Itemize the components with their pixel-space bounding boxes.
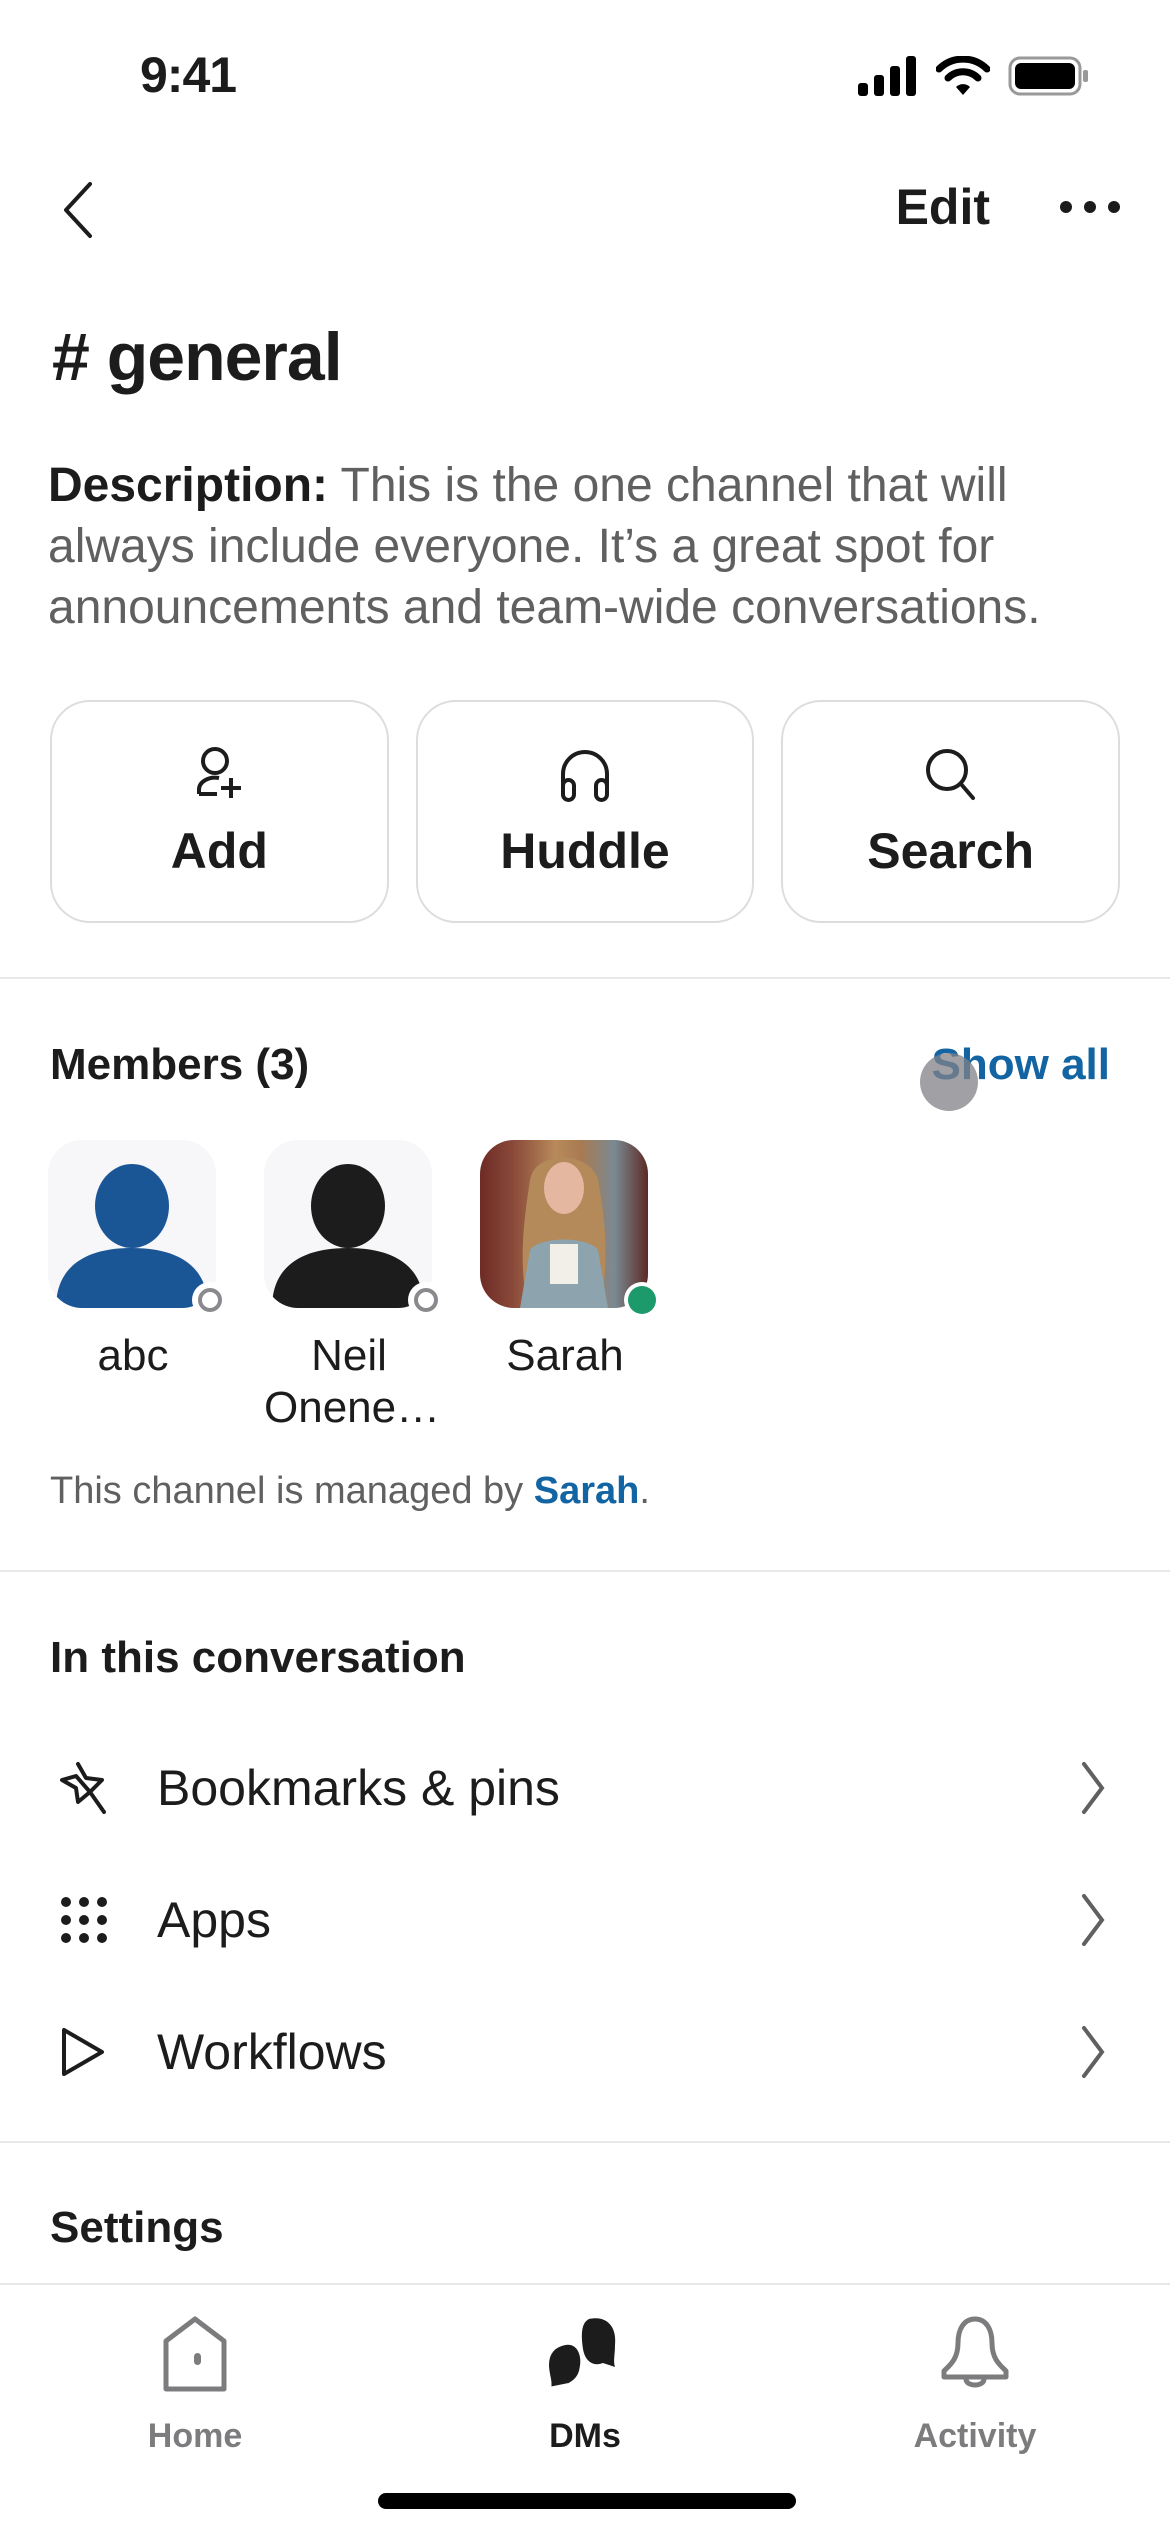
avatar bbox=[48, 1140, 228, 1318]
manager-link[interactable]: Sarah bbox=[534, 1470, 640, 1512]
tab-dms[interactable]: DMs bbox=[455, 2305, 715, 2456]
add-button[interactable]: Add bbox=[50, 700, 389, 923]
chevron-right-icon bbox=[1082, 1762, 1105, 1814]
add-person-icon bbox=[189, 744, 249, 804]
dms-icon bbox=[455, 2305, 715, 2405]
settings-section-title[interactable]: Settings bbox=[50, 2203, 224, 2253]
status-time: 9:41 bbox=[140, 47, 237, 103]
tab-activity[interactable]: Activity bbox=[845, 2305, 1105, 2456]
conversation-section-title: In this conversation bbox=[50, 1633, 466, 1682]
home-indicator[interactable] bbox=[378, 2493, 796, 2509]
battery-icon bbox=[1008, 56, 1088, 96]
members-title: Members (3) bbox=[50, 1040, 310, 1089]
wifi-icon bbox=[936, 56, 990, 95]
search-label: Search bbox=[867, 822, 1035, 879]
row-label: Bookmarks & pins bbox=[157, 1760, 560, 1816]
search-button[interactable]: Search bbox=[781, 700, 1121, 923]
description-label: Description: bbox=[48, 459, 329, 512]
member-item[interactable]: Neil Onene… bbox=[264, 1140, 444, 1434]
touch-indicator bbox=[920, 1053, 978, 1111]
search-icon bbox=[921, 744, 981, 804]
headphones-icon bbox=[555, 744, 615, 804]
navigation-bar: Edit bbox=[0, 150, 1170, 270]
signal-icon bbox=[858, 56, 916, 96]
edit-button[interactable]: Edit bbox=[896, 178, 990, 236]
default-avatar-icon bbox=[272, 1164, 424, 1308]
pin-icon bbox=[56, 1760, 112, 1816]
row-label: Apps bbox=[157, 1892, 271, 1948]
bell-icon bbox=[845, 2305, 1105, 2405]
tab-label: DMs bbox=[549, 2417, 621, 2455]
presence-active-indicator bbox=[624, 1282, 660, 1318]
tab-home[interactable]: Home bbox=[65, 2305, 325, 2456]
action-buttons: Add Huddle Search bbox=[50, 700, 1121, 923]
section-divider bbox=[0, 2141, 1170, 2143]
status-bar: 9:41 bbox=[0, 0, 1170, 150]
tab-label: Activity bbox=[913, 2417, 1037, 2455]
presence-away-indicator bbox=[408, 1282, 444, 1318]
chevron-right-icon bbox=[1082, 2026, 1105, 2078]
bookmarks-pins-row[interactable]: Bookmarks & pins bbox=[0, 1723, 1170, 1853]
section-divider bbox=[0, 1570, 1170, 1572]
avatar bbox=[264, 1140, 444, 1318]
apps-row[interactable]: Apps bbox=[0, 1855, 1170, 1985]
row-label: Workflows bbox=[157, 2024, 387, 2080]
chevron-left-icon bbox=[64, 182, 92, 238]
avatar bbox=[480, 1140, 660, 1318]
member-item[interactable]: abc bbox=[48, 1140, 228, 1382]
chevron-right-icon bbox=[1082, 1894, 1105, 1946]
huddle-button[interactable]: Huddle bbox=[415, 700, 755, 923]
member-item[interactable]: Sarah bbox=[480, 1140, 660, 1382]
member-name: Neil Onene… bbox=[264, 1331, 441, 1432]
workflows-row[interactable]: Workflows bbox=[0, 1987, 1170, 2117]
ellipsis-icon bbox=[1060, 201, 1072, 213]
channel-description: Description: This is the one channel tha… bbox=[48, 455, 1128, 638]
add-label: Add bbox=[170, 822, 268, 879]
member-name: Sarah bbox=[506, 1331, 624, 1380]
apps-grid-icon bbox=[56, 1892, 112, 1948]
member-name: abc bbox=[97, 1331, 169, 1380]
managed-by-text: This channel is managed by Sarah. bbox=[50, 1470, 650, 1512]
profile-photo bbox=[520, 1157, 608, 1308]
section-divider bbox=[0, 977, 1170, 979]
home-icon bbox=[65, 2305, 325, 2405]
back-button[interactable] bbox=[60, 170, 120, 250]
play-icon bbox=[56, 2024, 112, 2080]
presence-away-indicator bbox=[192, 1282, 228, 1318]
more-options-button[interactable] bbox=[1060, 192, 1120, 222]
huddle-label: Huddle bbox=[500, 822, 670, 879]
default-avatar-icon bbox=[56, 1164, 208, 1308]
tab-label: Home bbox=[147, 2417, 243, 2455]
channel-title: # general bbox=[52, 319, 343, 395]
